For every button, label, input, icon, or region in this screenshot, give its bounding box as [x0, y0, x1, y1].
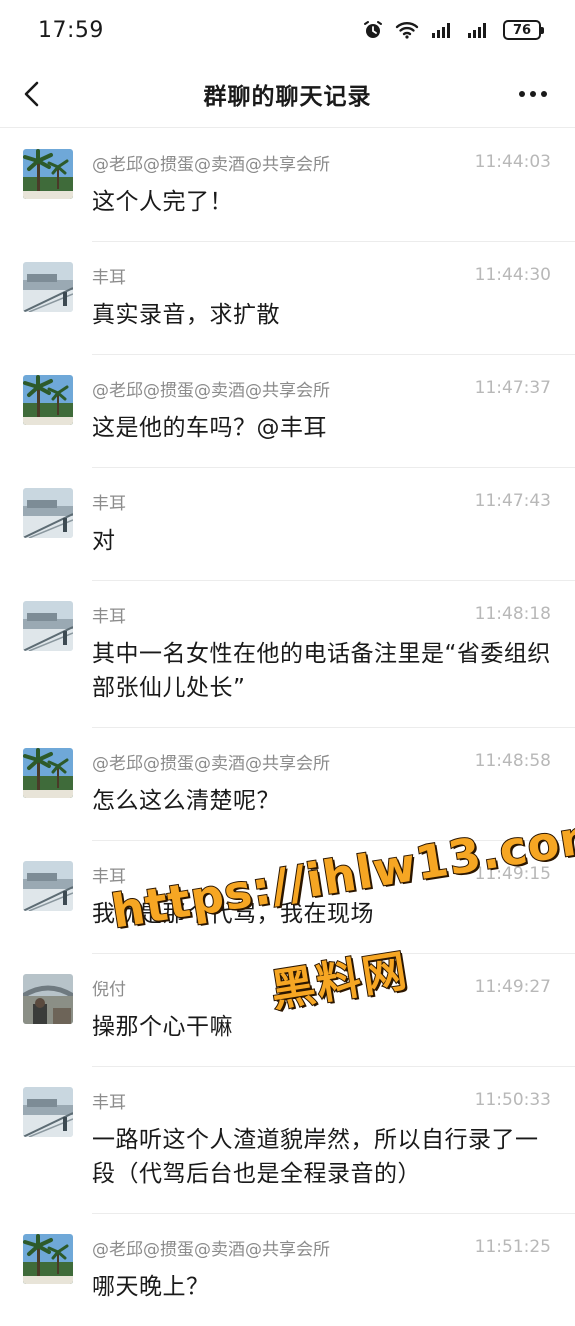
- avatar[interactable]: [23, 488, 73, 538]
- chat-record-list[interactable]: @老邱@掼蛋@卖酒@共享会所 11:44:03 这个人完了！ 丰耳 11:44:…: [0, 129, 575, 1326]
- sender-name: @老邱@掼蛋@卖酒@共享会所: [92, 154, 330, 175]
- message-text: 其中一名女性在他的电话备注里是“省委组织部张仙儿处长”: [92, 641, 551, 701]
- sender-name: 丰耳: [92, 866, 126, 887]
- message-text: 哪天晚上？: [92, 1274, 210, 1300]
- more-dots-icon: [519, 91, 525, 97]
- avatar[interactable]: [23, 748, 73, 798]
- avatar[interactable]: [23, 861, 73, 911]
- message-time: 11:51:25: [474, 1237, 551, 1257]
- sender-name: 丰耳: [92, 267, 126, 288]
- avatar[interactable]: [23, 149, 73, 199]
- signal-icon: [467, 21, 491, 39]
- sender-name: 丰耳: [92, 493, 126, 514]
- list-item[interactable]: @老邱@掼蛋@卖酒@共享会所 11:48:58 怎么这么清楚呢？: [0, 728, 575, 841]
- message-text: 操那个心干嘛: [92, 1014, 233, 1040]
- wifi-icon: [395, 21, 419, 39]
- message-time: 11:48:58: [474, 751, 551, 771]
- sender-name: 丰耳: [92, 606, 126, 627]
- message-time: 11:44:03: [474, 152, 551, 172]
- list-item[interactable]: @老邱@掼蛋@卖酒@共享会所 11:47:37 这是他的车吗？@丰耳: [0, 355, 575, 468]
- message-text: 真实录音，求扩散: [92, 302, 280, 328]
- list-item[interactable]: @老邱@掼蛋@卖酒@共享会所 11:44:03 这个人完了！: [0, 129, 575, 242]
- message-time: 11:47:37: [474, 378, 551, 398]
- sender-name: 倪付: [92, 979, 126, 1000]
- message-time: 11:49:27: [474, 977, 551, 997]
- avatar[interactable]: [23, 974, 73, 1024]
- message-text: 我就是那个代驾，我在现场: [92, 901, 374, 927]
- message-time: 11:48:18: [474, 604, 551, 624]
- sender-name: @老邱@掼蛋@卖酒@共享会所: [92, 1239, 330, 1260]
- avatar[interactable]: [23, 601, 73, 651]
- sender-name: @老邱@掼蛋@卖酒@共享会所: [92, 380, 330, 401]
- message-text: 这是他的车吗？@丰耳: [92, 415, 327, 441]
- list-item[interactable]: 倪付 11:49:27 操那个心干嘛: [0, 954, 575, 1067]
- message-time: 11:44:30: [474, 265, 551, 285]
- status-icons: 76: [363, 20, 544, 40]
- list-item[interactable]: 丰耳 11:49:15 我就是那个代驾，我在现场: [0, 841, 575, 954]
- more-button[interactable]: [513, 76, 553, 112]
- list-item[interactable]: 丰耳 11:48:18 其中一名女性在他的电话备注里是“省委组织部张仙儿处长”: [0, 581, 575, 728]
- avatar[interactable]: [23, 262, 73, 312]
- message-text: 一路听这个人渣道貌岸然，所以自行录了一段（代驾后台也是全程录音的）: [92, 1127, 539, 1187]
- avatar[interactable]: [23, 1087, 73, 1137]
- message-text: 怎么这么清楚呢？: [92, 788, 280, 814]
- page-title: 群聊的聊天记录: [203, 83, 372, 110]
- avatar[interactable]: [23, 1234, 73, 1284]
- message-time: 11:49:15: [474, 864, 551, 884]
- alarm-icon: [363, 20, 383, 40]
- list-item[interactable]: 丰耳 11:47:43 对: [0, 468, 575, 581]
- avatar[interactable]: [23, 375, 73, 425]
- battery-icon: 76: [503, 20, 544, 40]
- message-text: 对: [92, 528, 116, 554]
- list-item[interactable]: 丰耳 11:44:30 真实录音，求扩散: [0, 242, 575, 355]
- message-time: 11:47:43: [474, 491, 551, 511]
- list-item[interactable]: 丰耳 11:50:33 一路听这个人渣道貌岸然，所以自行录了一段（代驾后台也是全…: [0, 1067, 575, 1214]
- status-bar: 17:59 76: [0, 0, 575, 60]
- status-time: 17:59: [38, 17, 104, 43]
- chevron-left-icon: [24, 81, 39, 107]
- sender-name: @老邱@掼蛋@卖酒@共享会所: [92, 753, 330, 774]
- signal-icon: [431, 21, 455, 39]
- nav-bar: 群聊的聊天记录: [0, 60, 575, 128]
- message-text: 这个人完了！: [92, 189, 233, 215]
- back-button[interactable]: [14, 76, 50, 112]
- message-time: 11:50:33: [474, 1090, 551, 1110]
- sender-name: 丰耳: [92, 1092, 126, 1113]
- list-item[interactable]: @老邱@掼蛋@卖酒@共享会所 11:51:25 哪天晚上？: [0, 1214, 575, 1326]
